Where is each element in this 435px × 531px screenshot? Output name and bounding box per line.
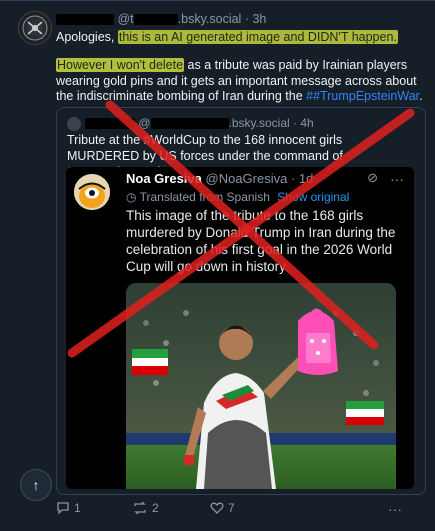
embedded-tweet-screenshot[interactable]: Noa Gresiva @NoaGresiva · 1d ⊘ ··· ◷ Tra… <box>66 167 414 489</box>
redacted-quoted-handle <box>150 118 229 130</box>
quoted-post-header: @ .bsky.social · 4h <box>67 116 314 131</box>
post-text-apologies: Apologies, <box>56 30 118 44</box>
reply-count: 1 <box>74 501 81 515</box>
quoted-avatar <box>67 116 81 131</box>
author-avatar[interactable] <box>18 11 52 45</box>
arrow-up-icon: ↑ <box>32 477 40 493</box>
translate-icon: ◷ <box>126 190 137 204</box>
grok-icon: ⊘ <box>367 170 378 185</box>
tweet-time: 1d <box>298 171 314 186</box>
quoted-handle-domain: .bsky.social <box>228 116 290 130</box>
post-text-end: . <box>419 89 423 103</box>
translation-note: ◷ Translated from Spanish Show original <box>126 190 349 204</box>
show-original-link: Show original <box>277 190 350 204</box>
highlighted-text-however: However I won't delete <box>56 58 185 72</box>
more-icon: ··· <box>388 501 402 517</box>
post-text-line1: Apologies, this is an AI generated image… <box>56 29 426 45</box>
post-header: @t .bsky.social · 3h <box>56 12 266 26</box>
post-card[interactable]: @t .bsky.social · 3h Apologies, this is a… <box>0 0 435 531</box>
redacted-display-name <box>56 14 114 26</box>
repost-count: 2 <box>152 501 159 515</box>
tweet-author-name: Noa Gresiva <box>126 171 202 186</box>
post-more-button[interactable]: ··· <box>388 501 402 517</box>
reply-button[interactable]: 1 <box>56 501 81 515</box>
scroll-to-top-button[interactable]: ↑ <box>20 469 52 501</box>
repost-button[interactable]: 2 <box>132 501 159 515</box>
translated-label: Translated from Spanish <box>139 190 270 204</box>
like-button[interactable]: 7 <box>210 501 235 515</box>
quoted-post[interactable]: @ .bsky.social · 4h Tribute at the #World… <box>56 107 426 495</box>
like-count: 7 <box>228 501 235 515</box>
post-actions: 1 2 7 ··· <box>56 501 416 521</box>
author-handle[interactable]: @t .bsky.social <box>117 12 241 26</box>
tweet-body: This image of the tribute to the 168 gir… <box>126 208 396 274</box>
tribute-photo <box>126 283 396 489</box>
tweet-avatar <box>74 174 110 210</box>
quoted-time: 4h <box>300 116 314 130</box>
tweet-author-handle: @NoaGresiva <box>205 171 288 186</box>
post-text-body: However I won't delete as a tribute was … <box>56 58 428 105</box>
redacted-handle <box>133 14 178 26</box>
post-time[interactable]: 3h <box>252 12 266 26</box>
reply-icon <box>57 502 69 515</box>
repost-icon <box>134 501 146 515</box>
hashtag-link[interactable]: ##TrumpEpsteinWar <box>306 89 419 103</box>
more-icon: ··· <box>390 171 404 187</box>
highlighted-text-ai: this is an AI generated image and DIDN'T… <box>117 30 398 44</box>
tweet-author: Noa Gresiva @NoaGresiva · 1d <box>126 171 314 186</box>
redacted-quoted-name <box>85 118 135 130</box>
heart-icon <box>210 502 224 514</box>
